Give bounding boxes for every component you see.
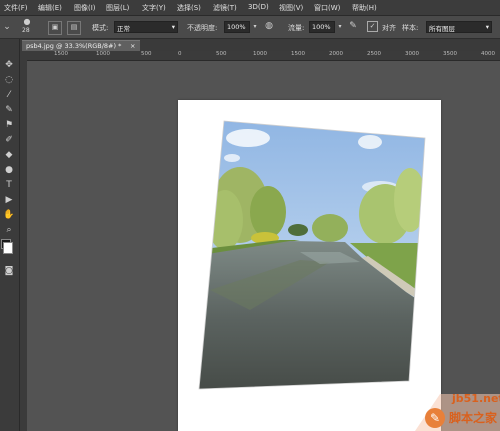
watermark-site-text: jb51.net: [452, 392, 500, 405]
watermark-brand-text: 脚本之家: [449, 411, 498, 425]
landscape-photo[interactable]: [0, 0, 500, 431]
watermark-logo-icon: ✎: [425, 408, 445, 428]
